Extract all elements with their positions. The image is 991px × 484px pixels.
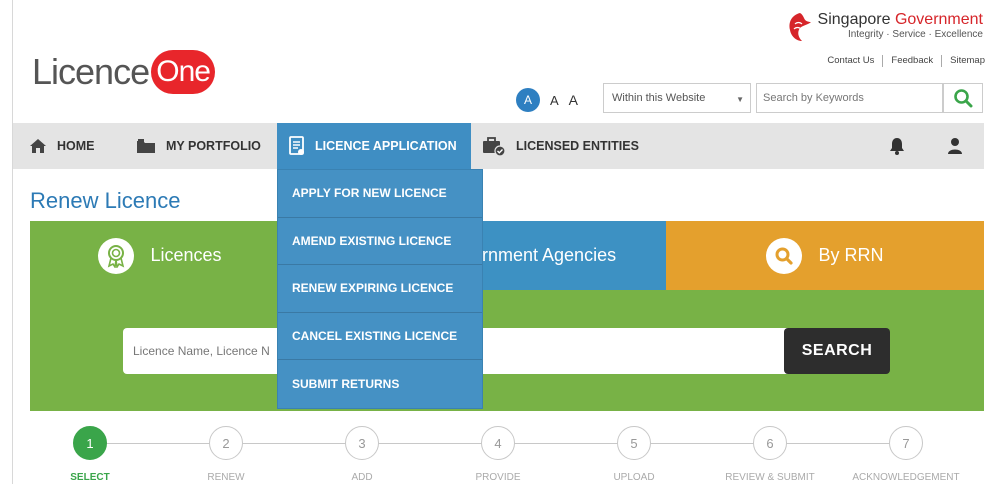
- nav-licence-application[interactable]: LICENCE APPLICATION: [277, 123, 471, 169]
- gov-title-government: Government: [894, 11, 983, 28]
- step-1-label: SELECT: [70, 472, 110, 483]
- nav-licensed-entities-label: LICENSED ENTITIES: [516, 139, 639, 153]
- tab-by-rrn-label: By RRN: [818, 245, 884, 265]
- user-profile-button[interactable]: [947, 123, 963, 169]
- nav-my-portfolio-label: MY PORTFOLIO: [166, 139, 261, 153]
- page-title: Renew Licence: [30, 188, 181, 213]
- step-5: 5: [617, 426, 651, 460]
- nav-licence-application-label: LICENCE APPLICATION: [315, 139, 457, 153]
- licence-search-button[interactable]: SEARCH: [784, 328, 890, 374]
- menu-item-amend-existing-licence[interactable]: AMEND EXISTING LICENCE: [278, 218, 482, 266]
- search-icon: [954, 89, 973, 108]
- page-border: [12, 0, 13, 484]
- nav-home[interactable]: HOME: [29, 123, 95, 169]
- award-ribbon-icon: [98, 237, 135, 274]
- menu-item-renew-expiring-licence[interactable]: RENEW EXPIRING LICENCE: [278, 265, 482, 313]
- user-icon: [948, 138, 962, 154]
- nav-licensed-entities[interactable]: LICENSED ENTITIES: [482, 123, 639, 169]
- licenceone-logo[interactable]: Licence One: [32, 50, 216, 94]
- font-size-controls: A A A: [516, 88, 578, 112]
- search-tabs: Licences rnment Agencies By RRN: [30, 221, 984, 290]
- logo-badge: One: [151, 50, 216, 94]
- notifications-button[interactable]: [889, 123, 905, 169]
- nav-my-portfolio[interactable]: MY PORTFOLIO: [136, 123, 261, 169]
- lion-head-icon: [789, 13, 811, 41]
- step-6-label: REVIEW & SUBMIT: [725, 472, 815, 483]
- gov-tagline: Integrity · Service · Excellence: [847, 29, 983, 40]
- document-icon: [289, 136, 305, 156]
- folder-icon: [136, 138, 156, 154]
- tab-licences[interactable]: Licences: [30, 221, 290, 290]
- tab-by-rrn[interactable]: By RRN: [666, 221, 984, 290]
- contact-us-link[interactable]: Contact Us: [819, 55, 882, 67]
- sitemap-link[interactable]: Sitemap: [941, 55, 985, 67]
- tab-government-agencies-label: rnment Agencies: [482, 245, 617, 265]
- step-2: 2: [209, 426, 243, 460]
- step-5-label: UPLOAD: [613, 472, 655, 483]
- briefcase-check-icon: [482, 136, 506, 156]
- font-size-medium-button[interactable]: A: [550, 93, 559, 108]
- tab-licences-label: Licences: [150, 245, 222, 265]
- step-4-label: PROVIDE: [475, 472, 521, 483]
- search-scope-value: Within this Website: [612, 92, 706, 104]
- menu-item-cancel-existing-licence[interactable]: CANCEL EXISTING LICENCE: [278, 313, 482, 361]
- utility-links: Contact Us Feedback Sitemap: [819, 55, 985, 67]
- font-size-small-button[interactable]: A: [516, 88, 540, 112]
- logo-text: Licence: [32, 51, 150, 92]
- gov-title-singapore: Singapore: [817, 11, 891, 28]
- nav-home-label: HOME: [57, 139, 95, 153]
- step-2-label: RENEW: [207, 472, 245, 483]
- licence-application-dropdown: APPLY FOR NEW LICENCE AMEND EXISTING LIC…: [277, 169, 483, 409]
- main-navbar: HOME MY PORTFOLIO LICENCE APPLICATION LI…: [13, 123, 984, 169]
- bell-icon: [890, 138, 904, 155]
- feedback-link[interactable]: Feedback: [882, 55, 941, 67]
- menu-item-submit-returns[interactable]: SUBMIT RETURNS: [278, 360, 482, 408]
- search-icon: [766, 237, 803, 274]
- home-icon: [29, 138, 47, 154]
- singapore-government-branding: Singapore Government Integrity · Service…: [786, 12, 983, 42]
- search-input[interactable]: Search by Keywords: [756, 83, 943, 113]
- font-size-large-button[interactable]: A: [569, 92, 578, 108]
- search-scope-select[interactable]: Within this Website ▼: [603, 83, 751, 113]
- step-1: 1: [73, 426, 107, 460]
- chevron-down-icon: ▼: [736, 95, 744, 104]
- step-6: 6: [753, 426, 787, 460]
- step-3: 3: [345, 426, 379, 460]
- step-7: 7: [889, 426, 923, 460]
- licence-search-panel: Licence Name, Licence N SEARCH: [30, 290, 984, 411]
- step-3-label: ADD: [351, 472, 373, 483]
- step-7-label: ACKNOWLEDGEMENT: [852, 472, 960, 483]
- menu-item-apply-new-licence[interactable]: APPLY FOR NEW LICENCE: [278, 170, 482, 218]
- search-button[interactable]: [943, 83, 983, 113]
- step-4: 4: [481, 426, 515, 460]
